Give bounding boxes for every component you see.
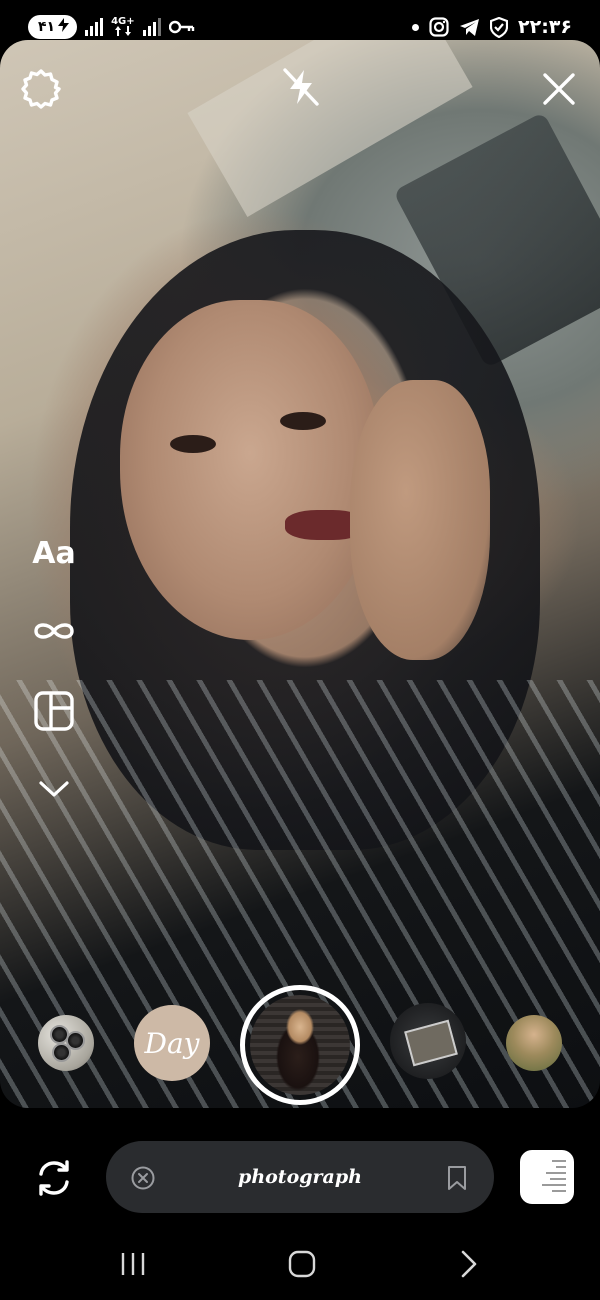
box-effect[interactable] bbox=[390, 1003, 466, 1079]
home-icon bbox=[288, 1250, 316, 1278]
back-icon bbox=[461, 1250, 477, 1278]
battery-indicator: ۴۱ bbox=[28, 15, 78, 39]
instagram-icon bbox=[429, 17, 449, 37]
face bbox=[120, 300, 380, 640]
portrait-effect[interactable] bbox=[506, 1015, 562, 1071]
layout-button[interactable] bbox=[26, 688, 82, 734]
camera-preview[interactable] bbox=[0, 40, 600, 1108]
instagram-story-camera: ۴۱ 4G+ ۲۲:۳۶ Aa Day photograph bbox=[0, 0, 600, 1300]
vpn-key-icon bbox=[168, 20, 194, 34]
phone-camera-effect[interactable] bbox=[38, 1015, 94, 1071]
eye bbox=[170, 435, 216, 453]
signal-icon bbox=[85, 18, 104, 36]
close-icon bbox=[543, 73, 575, 105]
back-button[interactable] bbox=[444, 1244, 494, 1284]
home-button[interactable] bbox=[277, 1244, 327, 1284]
gallery-thumbnail[interactable] bbox=[520, 1150, 574, 1204]
data-arrows-icon: 4G+ bbox=[111, 15, 135, 38]
day-effect-label: Day bbox=[144, 1026, 200, 1060]
battery-level: ۴۱ bbox=[38, 19, 56, 35]
telegram-icon bbox=[460, 18, 479, 36]
network-type: 4G+ bbox=[111, 15, 135, 27]
save-effect-icon[interactable] bbox=[446, 1165, 468, 1191]
effects-carousel: Day bbox=[0, 985, 600, 1105]
more-tools-button[interactable] bbox=[26, 766, 82, 812]
boomerang-button[interactable] bbox=[26, 608, 82, 654]
shield-icon bbox=[490, 16, 508, 38]
recents-icon bbox=[121, 1253, 145, 1275]
shutter-button[interactable] bbox=[240, 985, 360, 1105]
chevron-down-icon bbox=[39, 781, 69, 797]
boomerang-icon bbox=[34, 623, 74, 639]
day-effect[interactable]: Day bbox=[134, 1005, 210, 1081]
status-bar-left: ۴۱ 4G+ bbox=[28, 14, 195, 40]
flip-camera-icon bbox=[39, 1160, 69, 1196]
photograph-effect-preview bbox=[250, 995, 350, 1095]
clock: ۲۲:۳۶ bbox=[518, 16, 572, 38]
close-button[interactable] bbox=[536, 66, 582, 112]
hand bbox=[350, 380, 490, 660]
status-bar-right: ۲۲:۳۶ bbox=[412, 14, 572, 40]
signal-icon bbox=[142, 18, 161, 36]
settings-icon bbox=[21, 69, 61, 109]
layout-icon bbox=[34, 691, 74, 731]
effect-name: photograph bbox=[238, 1166, 362, 1188]
clear-effect-icon[interactable] bbox=[130, 1165, 156, 1191]
settings-button[interactable] bbox=[18, 66, 64, 112]
battery-charging-icon bbox=[58, 18, 70, 36]
notification-dot-icon bbox=[412, 23, 419, 31]
flash-toggle-button[interactable] bbox=[278, 64, 324, 110]
flash-off-icon bbox=[283, 68, 319, 106]
recents-button[interactable] bbox=[108, 1244, 158, 1284]
eye bbox=[280, 412, 326, 430]
flip-camera-button[interactable] bbox=[30, 1154, 78, 1202]
effect-name-bar: photograph bbox=[106, 1141, 494, 1213]
text-tool-label: Aa bbox=[32, 535, 76, 571]
text-tool-button[interactable]: Aa bbox=[26, 530, 82, 576]
system-navigation-bar bbox=[0, 1230, 600, 1300]
